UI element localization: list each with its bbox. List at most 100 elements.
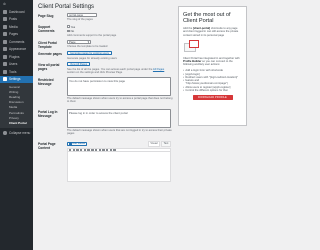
link-icon[interactable]: [102, 148, 105, 152]
settings-icon: [3, 77, 7, 82]
wordpress-logo-icon[interactable]: ⊛: [0, 0, 33, 8]
page-content-label: Portal Page Content: [38, 142, 56, 150]
plug-icon: [3, 54, 7, 59]
row-support-comments: Support Comments Yes No Add comments sup…: [38, 24, 173, 38]
media-icon: [3, 24, 7, 29]
sidebar-item-tools[interactable]: Tools: [0, 68, 33, 76]
wrench-icon: [3, 69, 7, 74]
editor-top-bar: Add Media Visual Text: [67, 141, 171, 147]
users-icon: [3, 62, 7, 67]
add-media-button[interactable]: Add Media: [67, 141, 88, 146]
comment-icon: [3, 39, 7, 44]
admin-sidebar: ⊛ Dashboard Posts Media Pages Comments Appear…: [0, 0, 33, 250]
tab-text[interactable]: Text: [161, 141, 171, 147]
paragraph-icon[interactable]: [69, 148, 72, 152]
all-pages-link[interactable]: All Pages: [153, 68, 164, 71]
portal-login-message-label: Portal Log In Message: [38, 110, 58, 118]
sidebar-item-label: Posts: [8, 17, 17, 22]
brush-icon: [3, 47, 7, 52]
support-comments-desc: Add comments support to the portal page: [67, 34, 117, 38]
sidebar-item-posts[interactable]: Posts: [0, 16, 33, 24]
promo-title: Get the most out of Client Portal: [183, 12, 231, 24]
view-all-pages-label: View all portal pages: [38, 63, 60, 71]
row-view-all-pages: View all portal pages View All Pages See…: [38, 62, 173, 74]
page-slug-input[interactable]: portal-page: [67, 13, 97, 18]
row-restricted-message: Restricted Message You do not have permi…: [38, 77, 173, 104]
page-slug-desc: The slug of the pages: [67, 18, 93, 22]
promo-panel: Get the most out of Client Portal Add th…: [178, 6, 247, 126]
pin-icon: [3, 17, 7, 22]
collapse-menu-button[interactable]: Collapse menu: [0, 130, 33, 138]
portal-template-desc: Choose the template to be loaded: [67, 45, 108, 49]
portal-login-message-textarea[interactable]: Please log in in order to access the cli…: [67, 109, 171, 128]
media-icon: [69, 142, 72, 145]
view-all-pages-desc: See the list of all the pages. You can a…: [67, 67, 165, 74]
portal-template-label: Client Portal Template: [38, 41, 57, 49]
fullscreen-icon[interactable]: [109, 148, 112, 152]
sidebar-item-label: Settings: [8, 77, 21, 82]
restricted-message-label: Restricted Message: [38, 78, 54, 86]
row-portal-login-message: Portal Log In Message Please log in in o…: [38, 109, 173, 136]
promo-body: Client Portal has integrated in and toge…: [183, 56, 240, 67]
row-page-content: Portal Page Content Add Media Visual Tex…: [38, 141, 173, 183]
download-profile-builder-button[interactable]: DOWNLOAD PROFILE BUILDER FREE: [192, 95, 233, 104]
restricted-message-desc: The default message shown when users try…: [67, 97, 173, 104]
sidebar-item-dashboard[interactable]: Dashboard: [0, 8, 33, 16]
tab-visual[interactable]: Visual: [147, 141, 161, 147]
sidebar-item-appearance[interactable]: Appearance: [0, 46, 33, 54]
sidebar-item-label: Dashboard: [8, 9, 25, 14]
align-left-icon[interactable]: [91, 148, 94, 152]
numbered-list-icon[interactable]: [83, 148, 87, 152]
bullet-list-icon[interactable]: [80, 148, 83, 152]
row-page-slug: Page Slug portal-page The slug of the pa…: [38, 13, 173, 22]
view-all-pages-button[interactable]: View All Pages: [67, 62, 91, 67]
dashboard-icon: [3, 9, 7, 14]
page-content-editor[interactable]: [67, 152, 171, 183]
restricted-message-textarea[interactable]: You do not have permission to view this …: [67, 77, 171, 96]
sidebar-item-label: Pages: [8, 32, 19, 37]
sidebar-item-label: Appearance: [8, 47, 27, 52]
row-portal-template: Client Portal Template Page Choose the t…: [38, 40, 173, 49]
sidebar-item-settings[interactable]: Settings: [0, 75, 33, 83]
sidebar-item-pages[interactable]: Pages: [0, 31, 33, 39]
submenu-item-client-portal[interactable]: Client Portal: [0, 120, 33, 125]
toolbar-toggle-icon[interactable]: [113, 148, 116, 152]
collapse-icon: [3, 131, 7, 136]
sidebar-item-label: Tools: [8, 69, 17, 74]
align-center-icon[interactable]: [94, 148, 98, 152]
bold-icon[interactable]: [72, 148, 76, 152]
list-item: feature and "http://www.yourdomain.com/p…: [183, 79, 242, 86]
portal-template-select[interactable]: Page: [67, 40, 91, 45]
generate-pages-button[interactable]: Generate pages for existing users: [67, 51, 112, 56]
profile-builder-illustration-icon: [183, 39, 201, 54]
sidebar-item-label: Comments: [8, 39, 25, 44]
sidebar-item-media[interactable]: Media: [0, 23, 33, 31]
comments-no-option[interactable]: No: [67, 29, 173, 33]
page-title: Client Portal Settings: [38, 4, 95, 10]
generate-pages-label: Generate pages: [38, 52, 62, 56]
list-item: Control the different options for that: [183, 89, 242, 93]
blockquote-icon[interactable]: [87, 148, 90, 152]
comments-yes-option[interactable]: Yes: [67, 25, 173, 29]
more-tag-icon[interactable]: [105, 148, 109, 152]
generate-pages-desc: Generate pages for already existing user…: [67, 56, 117, 60]
row-generate-pages: Generate pages Generate pages for existi…: [38, 51, 173, 60]
align-right-icon[interactable]: [98, 148, 101, 152]
portal-login-message-desc: The default message shown when users tha…: [67, 129, 172, 136]
sidebar-item-users[interactable]: Users: [0, 61, 33, 69]
pages-icon: [3, 32, 7, 37]
sidebar-item-label: Media: [8, 24, 18, 29]
italic-icon[interactable]: [76, 148, 79, 152]
page-slug-label: Page Slug: [38, 14, 54, 18]
radio-yes-icon[interactable]: [67, 25, 70, 28]
promo-intro: Add the [client-portal] shortcode to any…: [183, 27, 239, 37]
sidebar-item-plugins[interactable]: Plugins: [0, 53, 33, 61]
promo-bullets: Add a login form with shortcode [wppb-lo…: [183, 69, 242, 92]
sidebar-item-comments[interactable]: Comments: [0, 38, 33, 46]
settings-submenu: General Writing Reading Discussion Media Perm…: [0, 83, 33, 128]
sidebar-item-label: Users: [8, 62, 18, 67]
sidebar-item-label: Plugins: [8, 54, 20, 59]
radio-no-icon[interactable]: [67, 29, 70, 33]
support-comments-label: Support Comments: [38, 25, 55, 33]
main-content: Client Portal Settings Page Slug portal-…: [33, 0, 250, 250]
